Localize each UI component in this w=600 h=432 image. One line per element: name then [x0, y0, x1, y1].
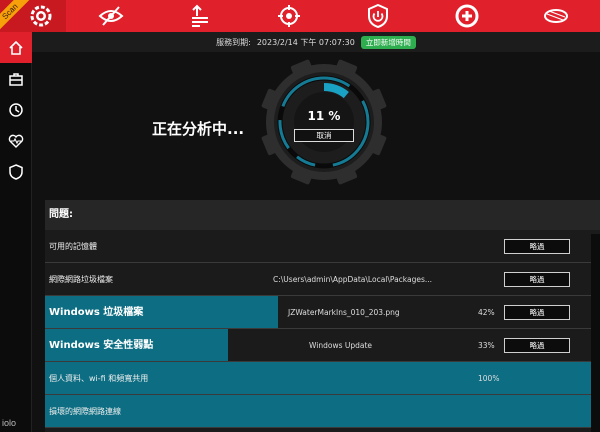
lifebuoy-plus-icon	[455, 4, 479, 28]
expiry-value: 2023/2/14 下午 07:07:30	[256, 37, 355, 47]
issue-percent: 42%	[478, 308, 495, 317]
sidebar-item-toolbox[interactable]	[0, 63, 32, 94]
issues-list: 問題: 可用的記憶體 略過 網際網路垃圾檔案 C:\Users\admin\Ap…	[45, 200, 600, 432]
issue-label: Windows 安全性弱點	[49, 340, 154, 351]
subscription-status: 服務到期: 2023/2/14 下午 07:07:30 立即新增時間	[32, 32, 600, 52]
issue-percent: 100%	[478, 374, 500, 383]
tab-protection[interactable]	[333, 0, 422, 32]
iolo-brand: iolo	[2, 418, 17, 428]
issue-label: Windows 垃圾檔案	[49, 307, 144, 318]
skip-button[interactable]: 略過	[504, 338, 570, 353]
power-shield-icon	[368, 4, 388, 28]
crosshair-icon	[278, 5, 300, 27]
issues-header: 問題:	[45, 200, 600, 230]
issue-row-windows-junk: Windows 垃圾檔案 JZWaterMarkIns_010_203.png …	[45, 296, 600, 329]
issue-row-internet-junk: 網際網路垃圾檔案 C:\Users\admin\AppData\Local\Pa…	[45, 263, 600, 296]
analysis-panel: 正在分析中... 11 % 取消	[32, 52, 600, 200]
sidebar-item-history[interactable]	[0, 94, 32, 125]
upload-arrows-icon	[192, 4, 208, 27]
progress-percent: 11 %	[307, 109, 341, 123]
tab-recovery[interactable]	[422, 0, 511, 32]
issue-detail: C:\Users\admin\AppData\Local\Packages...	[273, 275, 433, 284]
analysis-title: 正在分析中...	[152, 120, 245, 138]
tab-target[interactable]	[244, 0, 333, 32]
shield-icon	[9, 163, 23, 180]
app-logo[interactable]: Scan	[0, 0, 66, 32]
left-sidebar: iolo	[0, 32, 32, 432]
issue-row-memory: 可用的記憶體 略過	[45, 230, 600, 263]
sidebar-item-health[interactable]	[0, 125, 32, 156]
issues-scrollbar[interactable]	[591, 234, 600, 432]
clock-icon	[9, 102, 23, 117]
top-nav-bar: Scan	[0, 0, 600, 32]
issue-detail: JZWaterMarkIns_010_203.png	[288, 308, 400, 317]
tab-privacy[interactable]	[66, 0, 155, 32]
home-icon	[9, 40, 23, 55]
issue-label: 網際網路垃圾檔案	[49, 275, 113, 284]
issue-row-broken-connections: 損壞的網際網路連線	[45, 395, 600, 428]
sidebar-item-security[interactable]	[0, 156, 32, 187]
issue-label: 損壞的網際網路連線	[49, 407, 121, 416]
heart-pulse-icon	[8, 134, 24, 148]
tab-optimize[interactable]	[155, 0, 244, 32]
row-progress-fill	[45, 395, 600, 427]
tab-disk[interactable]	[511, 0, 600, 32]
disk-icon	[544, 9, 568, 23]
cancel-button[interactable]: 取消	[294, 129, 354, 142]
progress-gauge: 11 % 取消	[258, 56, 390, 188]
issue-row-personal-data: 個人資料、wi-fi 和頻寬共用 100%	[45, 362, 600, 395]
issue-label: 可用的記憶體	[49, 242, 97, 251]
sidebar-item-home[interactable]	[0, 32, 32, 63]
issue-percent: 33%	[478, 341, 495, 350]
skip-button[interactable]: 略過	[504, 305, 570, 320]
issue-detail: Windows Update	[309, 341, 373, 350]
issue-label: 個人資料、wi-fi 和頻寬共用	[49, 374, 149, 383]
renew-button[interactable]: 立即新增時間	[360, 35, 416, 49]
expiry-label: 服務到期:	[216, 37, 251, 47]
issue-row-security-vulnerabilities: Windows 安全性弱點 Windows Update 33% 略過	[45, 329, 600, 362]
toolbox-icon	[9, 72, 23, 86]
gear-logo-icon	[30, 5, 52, 27]
skip-button[interactable]: 略過	[504, 272, 570, 287]
skip-button[interactable]: 略過	[504, 239, 570, 254]
eye-slash-icon	[98, 6, 124, 26]
